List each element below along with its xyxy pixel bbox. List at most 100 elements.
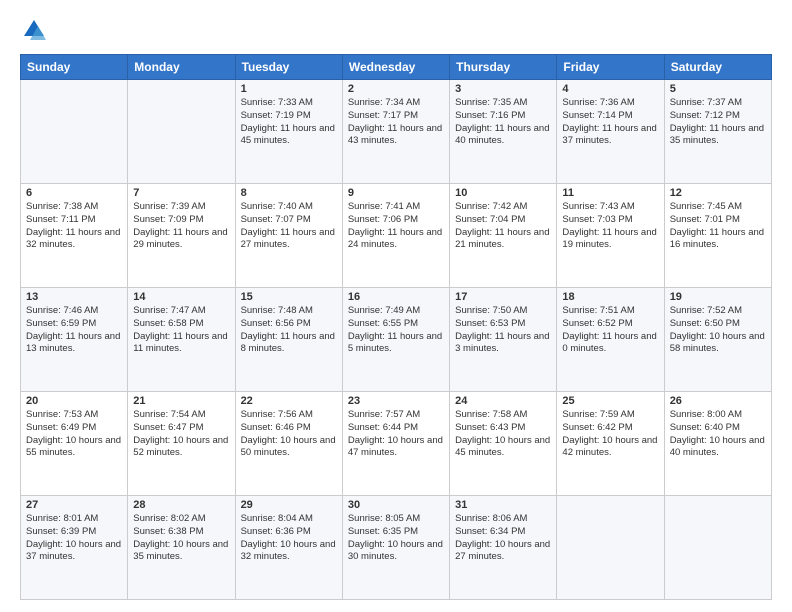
- day-cell: 12 Sunrise: 7:45 AMSunset: 7:01 PMDayligh…: [664, 184, 771, 288]
- day-info: Sunrise: 7:36 AMSunset: 7:14 PMDaylight:…: [562, 97, 658, 148]
- day-number: 4: [562, 83, 658, 95]
- day-info: Sunrise: 7:48 AMSunset: 6:56 PMDaylight:…: [241, 305, 337, 356]
- day-cell: 24 Sunrise: 7:58 AMSunset: 6:43 PMDayligh…: [450, 392, 557, 496]
- day-cell: 29 Sunrise: 8:04 AMSunset: 6:36 PMDayligh…: [235, 496, 342, 600]
- day-cell: 5Sunrise: 7:37 AMSunset: 7:12 PMDaylight…: [664, 80, 771, 184]
- day-cell: 13 Sunrise: 7:46 AMSunset: 6:59 PMDayligh…: [21, 288, 128, 392]
- day-number: 9: [348, 187, 444, 199]
- day-number: 21: [133, 395, 229, 407]
- day-cell: 30 Sunrise: 8:05 AMSunset: 6:35 PMDayligh…: [342, 496, 449, 600]
- day-number: 28: [133, 499, 229, 511]
- day-info: Sunrise: 7:52 AMSunset: 6:50 PMDaylight:…: [670, 305, 766, 356]
- day-cell: 26Sunrise: 8:00 AMSunset: 6:40 PMDayligh…: [664, 392, 771, 496]
- day-number: 29: [241, 499, 337, 511]
- day-cell: 22 Sunrise: 7:56 AMSunset: 6:46 PMDayligh…: [235, 392, 342, 496]
- day-info: Sunrise: 7:38 AMSunset: 7:11 PMDaylight:…: [26, 201, 122, 252]
- day-info: Sunrise: 7:54 AMSunset: 6:47 PMDaylight:…: [133, 409, 229, 460]
- week-row-5: 27 Sunrise: 8:01 AMSunset: 6:39 PMDayligh…: [21, 496, 772, 600]
- day-number: 10: [455, 187, 551, 199]
- day-info: Sunrise: 7:49 AMSunset: 6:55 PMDaylight:…: [348, 305, 444, 356]
- day-cell: 15Sunrise: 7:48 AMSunset: 6:56 PMDayligh…: [235, 288, 342, 392]
- day-cell: [21, 80, 128, 184]
- day-info: Sunrise: 7:56 AMSunset: 6:46 PMDaylight:…: [241, 409, 337, 460]
- day-cell: 14 Sunrise: 7:47 AMSunset: 6:58 PMDayligh…: [128, 288, 235, 392]
- day-cell: 9 Sunrise: 7:41 AMSunset: 7:06 PMDaylight…: [342, 184, 449, 288]
- week-row-2: 6 Sunrise: 7:38 AMSunset: 7:11 PMDaylight…: [21, 184, 772, 288]
- day-number: 16: [348, 291, 444, 303]
- day-info: Sunrise: 7:34 AMSunset: 7:17 PMDaylight:…: [348, 97, 444, 148]
- day-cell: 3 Sunrise: 7:35 AMSunset: 7:16 PMDaylight…: [450, 80, 557, 184]
- day-number: 1: [241, 83, 337, 95]
- week-row-4: 20 Sunrise: 7:53 AMSunset: 6:49 PMDayligh…: [21, 392, 772, 496]
- week-row-3: 13 Sunrise: 7:46 AMSunset: 6:59 PMDayligh…: [21, 288, 772, 392]
- day-info: Sunrise: 7:53 AMSunset: 6:49 PMDaylight:…: [26, 409, 122, 460]
- day-info: Sunrise: 7:43 AMSunset: 7:03 PMDaylight:…: [562, 201, 658, 252]
- day-number: 20: [26, 395, 122, 407]
- day-cell: 21 Sunrise: 7:54 AMSunset: 6:47 PMDayligh…: [128, 392, 235, 496]
- day-number: 31: [455, 499, 551, 511]
- day-info: Sunrise: 7:59 AMSunset: 6:42 PMDaylight:…: [562, 409, 658, 460]
- weekday-header-friday: Friday: [557, 55, 664, 80]
- day-cell: 1Sunrise: 7:33 AMSunset: 7:19 PMDaylight…: [235, 80, 342, 184]
- day-number: 30: [348, 499, 444, 511]
- day-cell: [557, 496, 664, 600]
- day-number: 11: [562, 187, 658, 199]
- day-number: 22: [241, 395, 337, 407]
- calendar-page: SundayMondayTuesdayWednesdayThursdayFrid…: [0, 0, 792, 612]
- day-cell: 28 Sunrise: 8:02 AMSunset: 6:38 PMDayligh…: [128, 496, 235, 600]
- calendar-table: SundayMondayTuesdayWednesdayThursdayFrid…: [20, 54, 772, 600]
- day-info: Sunrise: 8:06 AMSunset: 6:34 PMDaylight:…: [455, 513, 551, 564]
- day-info: Sunrise: 7:35 AMSunset: 7:16 PMDaylight:…: [455, 97, 551, 148]
- day-cell: 10 Sunrise: 7:42 AMSunset: 7:04 PMDayligh…: [450, 184, 557, 288]
- day-number: 17: [455, 291, 551, 303]
- day-number: 24: [455, 395, 551, 407]
- day-info: Sunrise: 8:02 AMSunset: 6:38 PMDaylight:…: [133, 513, 229, 564]
- day-cell: 11 Sunrise: 7:43 AMSunset: 7:03 PMDayligh…: [557, 184, 664, 288]
- page-header: [20, 16, 772, 44]
- day-number: 12: [670, 187, 766, 199]
- weekday-header-wednesday: Wednesday: [342, 55, 449, 80]
- day-info: Sunrise: 7:58 AMSunset: 6:43 PMDaylight:…: [455, 409, 551, 460]
- weekday-header-monday: Monday: [128, 55, 235, 80]
- day-info: Sunrise: 7:47 AMSunset: 6:58 PMDaylight:…: [133, 305, 229, 356]
- day-number: 8: [241, 187, 337, 199]
- day-info: Sunrise: 7:46 AMSunset: 6:59 PMDaylight:…: [26, 305, 122, 356]
- day-cell: [664, 496, 771, 600]
- day-info: Sunrise: 7:41 AMSunset: 7:06 PMDaylight:…: [348, 201, 444, 252]
- day-cell: 2 Sunrise: 7:34 AMSunset: 7:17 PMDaylight…: [342, 80, 449, 184]
- weekday-header-sunday: Sunday: [21, 55, 128, 80]
- day-number: 19: [670, 291, 766, 303]
- day-info: Sunrise: 8:04 AMSunset: 6:36 PMDaylight:…: [241, 513, 337, 564]
- logo-icon: [20, 16, 48, 44]
- day-number: 14: [133, 291, 229, 303]
- day-number: 26: [670, 395, 766, 407]
- day-info: Sunrise: 8:01 AMSunset: 6:39 PMDaylight:…: [26, 513, 122, 564]
- logo: [20, 16, 52, 44]
- day-cell: [128, 80, 235, 184]
- day-cell: 17Sunrise: 7:50 AMSunset: 6:53 PMDayligh…: [450, 288, 557, 392]
- day-info: Sunrise: 8:05 AMSunset: 6:35 PMDaylight:…: [348, 513, 444, 564]
- day-number: 13: [26, 291, 122, 303]
- weekday-header-saturday: Saturday: [664, 55, 771, 80]
- day-number: 27: [26, 499, 122, 511]
- day-info: Sunrise: 7:37 AMSunset: 7:12 PMDaylight:…: [670, 97, 766, 148]
- day-number: 6: [26, 187, 122, 199]
- day-number: 2: [348, 83, 444, 95]
- day-info: Sunrise: 7:45 AMSunset: 7:01 PMDaylight:…: [670, 201, 766, 252]
- day-cell: 25Sunrise: 7:59 AMSunset: 6:42 PMDayligh…: [557, 392, 664, 496]
- day-cell: 20 Sunrise: 7:53 AMSunset: 6:49 PMDayligh…: [21, 392, 128, 496]
- day-cell: 6 Sunrise: 7:38 AMSunset: 7:11 PMDaylight…: [21, 184, 128, 288]
- day-number: 3: [455, 83, 551, 95]
- weekday-header-thursday: Thursday: [450, 55, 557, 80]
- day-number: 18: [562, 291, 658, 303]
- day-info: Sunrise: 7:57 AMSunset: 6:44 PMDaylight:…: [348, 409, 444, 460]
- day-cell: 8 Sunrise: 7:40 AMSunset: 7:07 PMDaylight…: [235, 184, 342, 288]
- day-cell: 23Sunrise: 7:57 AMSunset: 6:44 PMDayligh…: [342, 392, 449, 496]
- week-row-1: 1Sunrise: 7:33 AMSunset: 7:19 PMDaylight…: [21, 80, 772, 184]
- day-info: Sunrise: 7:40 AMSunset: 7:07 PMDaylight:…: [241, 201, 337, 252]
- day-cell: 16 Sunrise: 7:49 AMSunset: 6:55 PMDayligh…: [342, 288, 449, 392]
- day-cell: 7Sunrise: 7:39 AMSunset: 7:09 PMDaylight…: [128, 184, 235, 288]
- day-cell: 19 Sunrise: 7:52 AMSunset: 6:50 PMDayligh…: [664, 288, 771, 392]
- day-cell: 18Sunrise: 7:51 AMSunset: 6:52 PMDayligh…: [557, 288, 664, 392]
- day-info: Sunrise: 7:42 AMSunset: 7:04 PMDaylight:…: [455, 201, 551, 252]
